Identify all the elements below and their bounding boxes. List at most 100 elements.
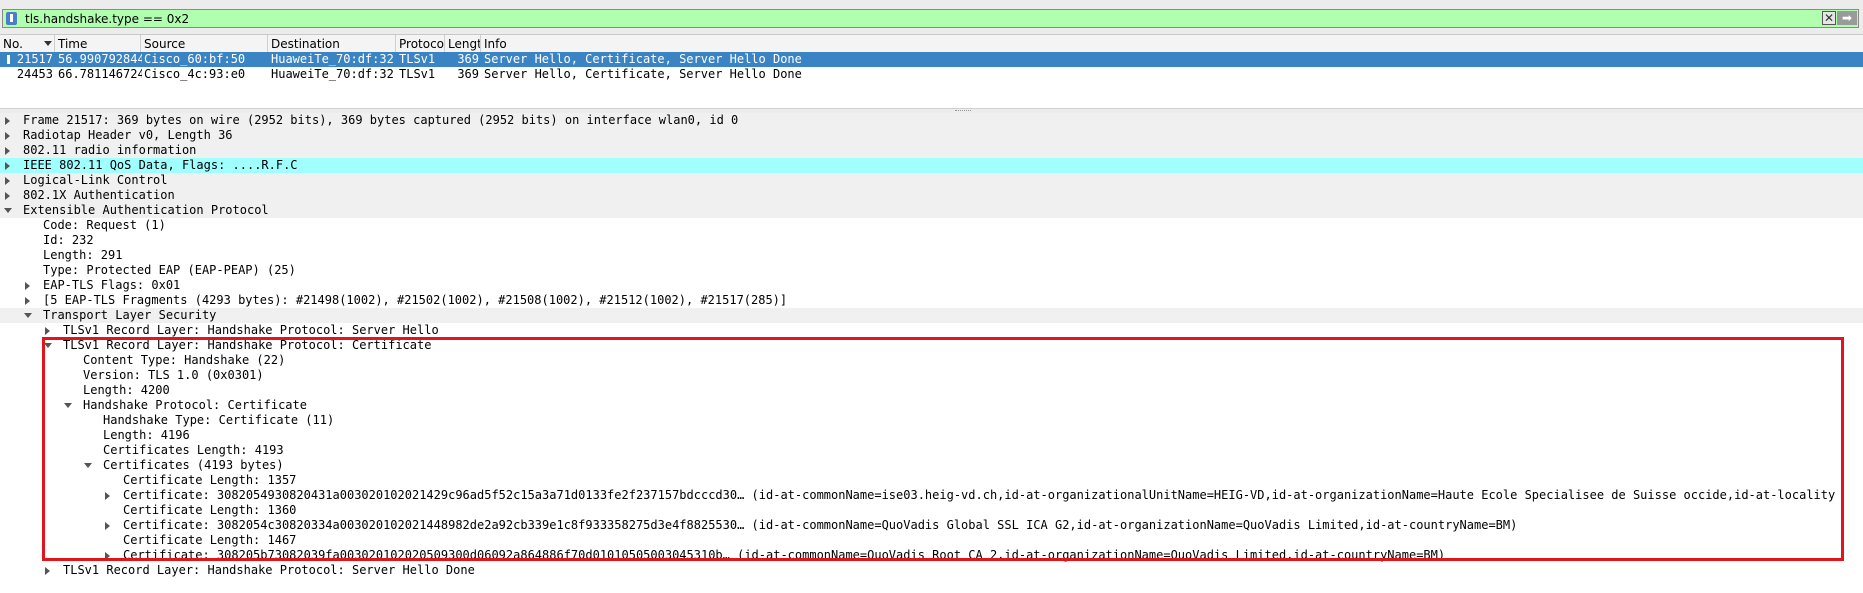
column-header-source[interactable]: Source: [141, 35, 268, 53]
packet-no: 24453: [16, 67, 53, 81]
tree-item[interactable]: Extensible Authentication Protocol: [0, 203, 1863, 218]
tree-item-label: Length: 291: [43, 248, 123, 262]
tree-item-label: Length: 4196: [103, 428, 190, 442]
packet-protocol: TLSv1: [399, 67, 436, 81]
tree-item[interactable]: 802.1X Authentication: [0, 188, 1863, 203]
tree-item[interactable]: TLSv1 Record Layer: Handshake Protocol: …: [0, 338, 1863, 353]
tree-item-label: Length: 4200: [83, 383, 170, 397]
tree-item[interactable]: Handshake Protocol: Certificate: [0, 398, 1863, 413]
packet-row[interactable]: 21517 56.990792844 Cisco_60:bf:50 Huawei…: [0, 52, 1863, 67]
column-header-info[interactable]: Info: [481, 35, 1863, 53]
apply-filter-icon[interactable]: ➡: [1837, 11, 1857, 25]
expand-arrow-icon[interactable]: [5, 147, 10, 155]
tree-item-label: Certificate Length: 1357: [123, 473, 297, 487]
tree-item[interactable]: Certificate Length: 1360: [0, 503, 1863, 518]
tree-item[interactable]: Certificate: 3082054c30820334a0030201020…: [0, 518, 1863, 533]
expand-arrow-icon[interactable]: [5, 132, 10, 140]
column-header-destination[interactable]: Destination: [268, 35, 396, 53]
tree-item-label: Extensible Authentication Protocol: [23, 203, 269, 217]
expand-arrow-icon[interactable]: [25, 282, 30, 290]
tree-item-label: TLSv1 Record Layer: Handshake Protocol: …: [63, 563, 475, 577]
packet-list-header: No. Time Source Destination Protocol Len…: [0, 34, 1863, 54]
tree-item-label: Frame 21517: 369 bytes on wire (2952 bit…: [23, 113, 739, 127]
tree-item[interactable]: IEEE 802.11 QoS Data, Flags: ....R.F.C: [0, 158, 1863, 173]
tree-item[interactable]: Certificate Length: 1357: [0, 473, 1863, 488]
tree-item-label: Certificates (4193 bytes): [103, 458, 284, 472]
expand-arrow-icon[interactable]: [45, 327, 50, 335]
collapse-arrow-icon[interactable]: [4, 208, 12, 213]
display-filter-input[interactable]: tls.handshake.type == 0x2 ✕ ➡: [2, 9, 1859, 28]
column-header-no[interactable]: No.: [0, 35, 55, 53]
expand-arrow-icon[interactable]: [25, 297, 30, 305]
expand-arrow-icon[interactable]: [105, 552, 110, 560]
column-header-protocol[interactable]: Protocol: [396, 35, 445, 53]
tree-item[interactable]: TLSv1 Record Layer: Handshake Protocol: …: [0, 323, 1863, 338]
expand-arrow-icon[interactable]: [5, 162, 10, 170]
expand-arrow-icon[interactable]: [105, 522, 110, 530]
tree-item-label: 802.11 radio information: [23, 143, 197, 157]
tree-item[interactable]: Handshake Type: Certificate (11): [0, 413, 1863, 428]
tree-item[interactable]: Certificates Length: 4193: [0, 443, 1863, 458]
packet-source: Cisco_4c:93:e0: [144, 67, 246, 81]
tree-item-label: IEEE 802.11 QoS Data, Flags: ....R.F.C: [23, 158, 298, 172]
tree-item[interactable]: Code: Request (1): [0, 218, 1863, 233]
tree-item-label: Certificates Length: 4193: [103, 443, 284, 457]
packet-row[interactable]: 24453 66.781146724 Cisco_4c:93:e0 Huawei…: [0, 67, 1863, 82]
tree-item-label: Radiotap Header v0, Length 36: [23, 128, 233, 142]
tree-item[interactable]: Logical-Link Control: [0, 173, 1863, 188]
tree-item-label: Type: Protected EAP (EAP-PEAP) (25): [43, 263, 296, 277]
expand-arrow-icon[interactable]: [105, 492, 110, 500]
expand-arrow-icon[interactable]: [5, 117, 10, 125]
tree-item-label: Code: Request (1): [43, 218, 166, 232]
tree-item[interactable]: Length: 4196: [0, 428, 1863, 443]
sort-descending-icon: [44, 41, 52, 46]
tree-item[interactable]: Type: Protected EAP (EAP-PEAP) (25): [0, 263, 1863, 278]
packet-no: 21517: [16, 52, 53, 66]
tree-item[interactable]: Certificate Length: 1467: [0, 533, 1863, 548]
tree-item[interactable]: Length: 291: [0, 248, 1863, 263]
tree-item[interactable]: 802.11 radio information: [0, 143, 1863, 158]
tree-item[interactable]: Certificates (4193 bytes): [0, 458, 1863, 473]
tree-item[interactable]: Transport Layer Security: [0, 308, 1863, 323]
tree-item-label: Id: 232: [43, 233, 94, 247]
tree-item[interactable]: Certificate: 3082054930820431a0030201020…: [0, 488, 1863, 503]
expand-arrow-icon[interactable]: [45, 567, 50, 575]
column-header-length[interactable]: Length: [445, 35, 481, 53]
tree-item[interactable]: Length: 4200: [0, 383, 1863, 398]
tree-item-label: Logical-Link Control: [23, 173, 168, 187]
expand-arrow-icon[interactable]: [5, 177, 10, 185]
collapse-arrow-icon[interactable]: [84, 463, 92, 468]
clear-filter-icon[interactable]: ✕: [1822, 11, 1836, 25]
packet-details-tree: Frame 21517: 369 bytes on wire (2952 bit…: [0, 113, 1863, 593]
packet-destination: HuaweiTe_70:df:32: [271, 52, 394, 66]
tree-item-label: Certificate: 3082054c30820334a0030201020…: [123, 518, 1518, 532]
tree-item[interactable]: Certificate: 308205b73082039fa0030201020…: [0, 548, 1863, 563]
collapse-arrow-icon[interactable]: [44, 343, 52, 348]
collapse-arrow-icon[interactable]: [24, 313, 32, 318]
tree-item[interactable]: Version: TLS 1.0 (0x0301): [0, 368, 1863, 383]
tree-item-label: Certificate: 3082054930820431a0030201020…: [123, 488, 1836, 502]
expand-arrow-icon[interactable]: [5, 192, 10, 200]
tree-item[interactable]: EAP-TLS Flags: 0x01: [0, 278, 1863, 293]
packet-source: Cisco_60:bf:50: [144, 52, 246, 66]
tree-item[interactable]: TLSv1 Record Layer: Handshake Protocol: …: [0, 563, 1863, 578]
tree-item-label: Certificate Length: 1467: [123, 533, 297, 547]
packet-time: 66.781146724: [58, 67, 142, 81]
filter-bookmark-icon[interactable]: [6, 12, 17, 25]
tree-item-label: [5 EAP-TLS Fragments (4293 bytes): #2149…: [43, 293, 788, 307]
tree-item-label: Content Type: Handshake (22): [83, 353, 286, 367]
tree-item-label: Handshake Type: Certificate (11): [103, 413, 335, 427]
tree-item[interactable]: Id: 232: [0, 233, 1863, 248]
tree-item-label: EAP-TLS Flags: 0x01: [43, 278, 181, 292]
tree-item[interactable]: [5 EAP-TLS Fragments (4293 bytes): #2149…: [0, 293, 1863, 308]
tree-item-label: Transport Layer Security: [43, 308, 217, 322]
column-header-time[interactable]: Time: [55, 35, 141, 53]
tree-item[interactable]: Radiotap Header v0, Length 36: [0, 128, 1863, 143]
packet-destination: HuaweiTe_70:df:32: [271, 67, 394, 81]
packet-info: Server Hello, Certificate, Server Hello …: [484, 52, 802, 66]
tree-item[interactable]: Content Type: Handshake (22): [0, 353, 1863, 368]
collapse-arrow-icon[interactable]: [64, 403, 72, 408]
tree-item-label: 802.1X Authentication: [23, 188, 175, 202]
tree-item[interactable]: Frame 21517: 369 bytes on wire (2952 bit…: [0, 113, 1863, 128]
tree-item-label: Handshake Protocol: Certificate: [83, 398, 307, 412]
